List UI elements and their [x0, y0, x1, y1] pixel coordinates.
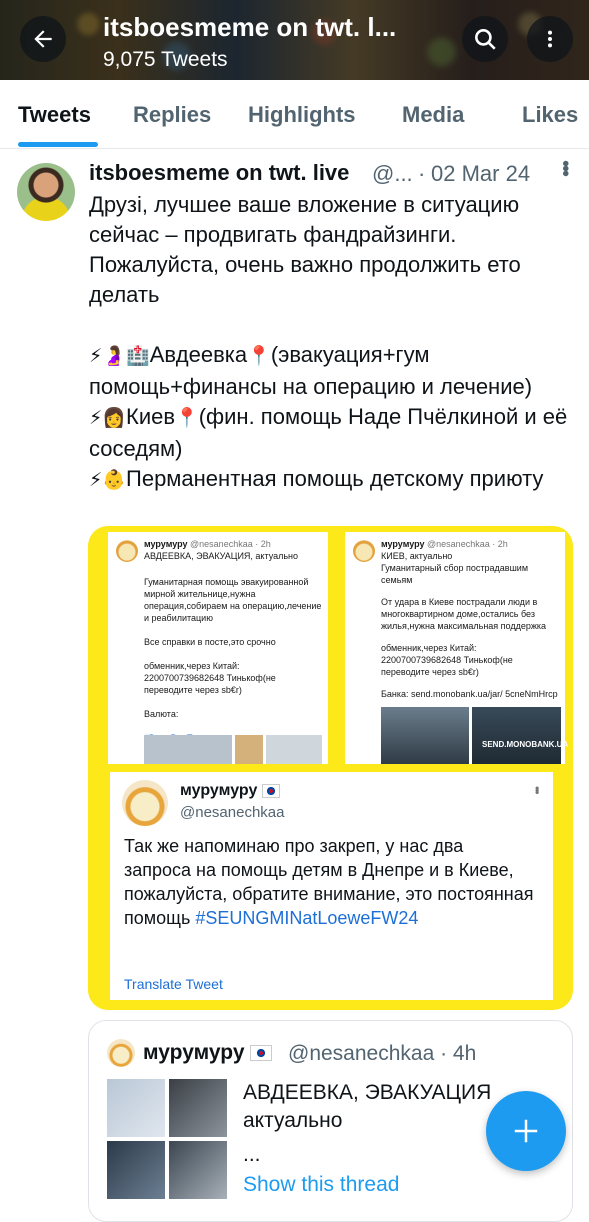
quoted-text: Так же напоминаю про закреп, у нас два з…: [124, 836, 534, 928]
plus-icon: [514, 1119, 538, 1143]
hospital-icon: 🏥: [126, 346, 150, 367]
separator-dot: ·: [418, 161, 426, 186]
quoted-avatar: [122, 780, 168, 826]
tweet-date[interactable]: 02 Mar 24: [431, 161, 530, 187]
building-photo: [381, 707, 469, 764]
tweet-line-avdeevka: ⚡🤰🏥Авдеевка📍(эвакуация+гум помощь+финанс…: [89, 340, 569, 402]
tweet-count: 9,075 Tweets: [103, 48, 228, 71]
profile-header: itsboesmeme on twt. l... 9,075 Tweets: [0, 0, 589, 80]
mini-avatar: [116, 540, 138, 562]
quote-thumbnail: [107, 1141, 165, 1199]
tweet-line-orphanage: ⚡👶Перманентная помощь детскому приюту: [89, 464, 569, 496]
quote-thumbnail: [169, 1079, 227, 1137]
avatar[interactable]: [17, 163, 75, 221]
translate-tweet-link: Translate Tweet: [124, 976, 223, 992]
more-vertical-icon: [547, 30, 553, 48]
profile-tabs: Tweets Replies Highlights Media Likes: [0, 80, 589, 149]
screenshot-right: мурумуру @nesanechkaa · 2h КИЕВ, актуаль…: [345, 532, 568, 764]
building-photo: SEND.MONOBANK.UA: [472, 707, 568, 764]
pregnant-woman-icon: 🤰: [102, 346, 127, 367]
lightning-icon: ⚡: [89, 346, 103, 367]
active-tab-indicator: [18, 142, 98, 147]
quoted-name: мурумуру: [180, 782, 280, 800]
quote-thumbnail: [169, 1141, 227, 1199]
back-arrow-icon: [34, 30, 52, 48]
quote-name: мурумуру: [143, 1041, 273, 1065]
tweet-author-handle[interactable]: @...: [372, 161, 413, 187]
tab-replies[interactable]: Replies: [133, 102, 211, 128]
screenshot-left: мурумуру @nesanechkaa · 2h АВДЕЕВКА, ЭВА…: [108, 532, 328, 764]
tweet-media-image[interactable]: мурумуру @nesanechkaa · 2h АВДЕЕВКА, ЭВА…: [88, 526, 573, 1010]
document-photo: [235, 735, 263, 764]
korea-flag-icon: [261, 783, 280, 798]
tab-media[interactable]: Media: [402, 102, 464, 128]
tab-tweets[interactable]: Tweets: [18, 102, 91, 128]
quoted-handle: @nesanechkaa: [180, 804, 285, 821]
tweet-line-kiev: ⚡👩Киев📍(фин. помощь Наде Пчёлкиной и её …: [89, 402, 569, 464]
monobank-tag: SEND.MONOBANK.UA: [482, 740, 569, 749]
left-shot-text: мурумуру @nesanechkaa · 2h АВДЕЕВКА, ЭВА…: [144, 539, 322, 743]
search-icon: [475, 29, 496, 50]
search-button[interactable]: [462, 16, 508, 62]
line3-text: Перманентная помощь детскому приюту: [126, 466, 544, 491]
quoted-tweet-screenshot: мурумуру @nesanechkaa ••• Так же напомин…: [110, 772, 553, 1000]
lightning-icon: ⚡: [89, 408, 103, 429]
show-thread-link[interactable]: Show this thread: [243, 1173, 399, 1197]
tweet-text: Друзі, лучшее ваше вложение в ситуацию с…: [89, 190, 569, 496]
woman-icon: 👩: [102, 408, 127, 429]
mini-avatar: [353, 540, 375, 562]
tweet-paragraph: Друзі, лучшее ваше вложение в ситуацию с…: [89, 192, 521, 307]
city-avdeevka: Авдеевка: [149, 342, 248, 367]
tweet-author-name[interactable]: itsboesmeme on twt. live: [89, 160, 349, 186]
quote-handle: @nesanechkaa · 4h: [288, 1042, 477, 1065]
pin-icon: 📍: [247, 346, 271, 367]
quote-thumbnail: [107, 1079, 165, 1137]
quote-text: АВДЕЕВКА, ЭВАКУАЦИЯ актуально: [243, 1081, 492, 1132]
quote-ellipsis: ...: [243, 1143, 261, 1166]
tab-highlights[interactable]: Highlights: [248, 102, 356, 128]
right-shot-text: мурумуру @nesanechkaa · 2h КИЕВ, актуаль…: [381, 539, 558, 719]
back-button[interactable]: [20, 16, 66, 62]
quoted-more-icon: •••: [530, 786, 544, 793]
document-photo: [144, 735, 232, 764]
city-kiev: Киев: [126, 404, 176, 429]
document-photo: [266, 735, 322, 764]
tab-likes[interactable]: Likes: [522, 102, 578, 128]
compose-tweet-button[interactable]: [486, 1091, 566, 1171]
quote-avatar: [107, 1039, 135, 1067]
more-options-button[interactable]: [527, 16, 573, 62]
quoted-hashtag: #SEUNGMINatLoeweFW24: [195, 908, 419, 928]
tweet-more-icon[interactable]: •••: [553, 160, 576, 175]
lightning-icon: ⚡: [89, 470, 103, 491]
profile-title: itsboesmeme on twt. l...: [103, 12, 397, 42]
pin-icon: 📍: [175, 408, 199, 429]
korea-flag-icon: [250, 1045, 273, 1062]
baby-icon: 👶: [102, 470, 127, 491]
